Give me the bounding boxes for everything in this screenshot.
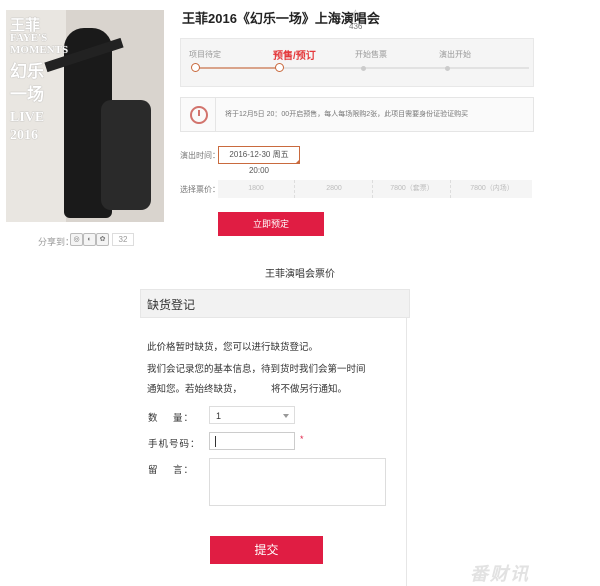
favorite-icon[interactable]: ☆ [350, 7, 361, 21]
poster-line5: LIVE [10, 110, 45, 125]
step-pending: 项目待定 [189, 50, 221, 59]
chevron-down-icon [283, 414, 289, 418]
dialog-text-line1: 此价格暂时缺货，您可以进行缺货登记。 [147, 342, 319, 353]
price-label: 选择票价： [180, 185, 220, 194]
phone-input[interactable] [209, 432, 295, 450]
submit-button[interactable]: 提交 [210, 536, 323, 564]
sale-progress: 项目待定 预售/预订 开始售票 演出开始 [180, 38, 534, 87]
poster-line4: 一场 [10, 85, 44, 104]
dialog-header: 缺货登记 [140, 289, 410, 318]
qzone-share-icon[interactable]: ✿ [96, 233, 109, 246]
dialog-text-line2: 我们会记录您的基本信息，待到货时我们会第一时间 [147, 364, 366, 375]
section-title: 王菲演唱会票价 [265, 269, 335, 280]
phone-label: 手机号码： [148, 439, 201, 450]
book-now-button[interactable]: 立即预定 [218, 212, 324, 236]
poster-line1: FAYE'S [10, 32, 48, 44]
quantity-value: 1 [216, 411, 222, 421]
price-option[interactable]: 2800 [296, 180, 373, 198]
poster-line2: MOMENTS [10, 44, 69, 56]
show-time-label: 演出时间： [180, 151, 220, 160]
favorite-count: 436 [349, 22, 363, 31]
price-option[interactable]: 7800（内场） [454, 180, 530, 198]
step-onsale: 开始售票 [355, 50, 387, 59]
event-poster: 王菲 FAYE'S MOMENTS 幻乐 一场 LIVE 2016 [6, 10, 164, 222]
wechat-share-icon[interactable]: ◐ [83, 233, 96, 246]
step-dot-3 [361, 66, 366, 71]
share-label: 分享到： [38, 237, 75, 247]
poster-year: 2016 [10, 128, 38, 143]
required-mark: * [300, 434, 304, 444]
step-dot-1 [191, 63, 200, 72]
weibo-share-icon[interactable]: ◎ [70, 233, 83, 246]
out-of-stock-dialog: 缺货登记 此价格暂时缺货，您可以进行缺货登记。 我们会记录您的基本信息，待到货时… [140, 289, 410, 586]
dialog-title: 缺货登记 [147, 298, 196, 312]
step-dot-2 [275, 63, 284, 72]
price-option[interactable]: 1800 [218, 180, 295, 198]
step-show: 演出开始 [439, 50, 471, 59]
price-option[interactable]: 7800（套票） [374, 180, 451, 198]
message-label: 留 言： [148, 465, 195, 476]
show-time-option[interactable]: 2016-12-30 周五 20:00 [218, 146, 300, 175]
step-presale: 预售/预订 [273, 51, 316, 62]
price-options: 1800 2800 7800（套票） 7800（内场） [218, 180, 532, 198]
dialog-text-line3: 通知您。若始终缺货， 将不做另行通知。 [147, 384, 348, 395]
share-count: 32 [112, 233, 134, 246]
clock-icon [190, 106, 208, 124]
watermark: 番财讯 [470, 564, 530, 584]
quantity-label: 数 量： [148, 413, 195, 424]
notice-text: 将于12月5日 20：00开启预售，每人每场限购2张，此项目需要身份证验证购买 [225, 111, 469, 118]
presale-notice: 将于12月5日 20：00开启预售，每人每场限购2张，此项目需要身份证验证购买 [180, 97, 534, 132]
message-textarea[interactable] [209, 458, 386, 506]
step-dot-4 [445, 66, 450, 71]
poster-line3: 幻乐 [10, 62, 44, 81]
quantity-select[interactable]: 1 [209, 406, 295, 424]
